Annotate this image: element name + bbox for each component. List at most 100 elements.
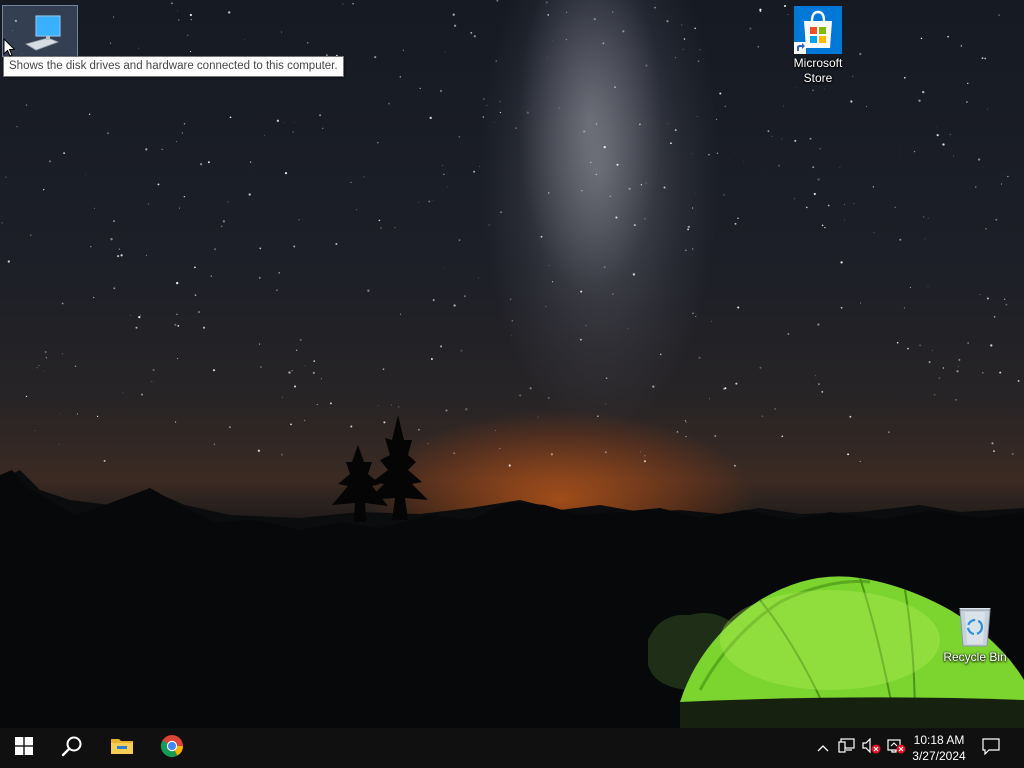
mouse-cursor-icon: [3, 37, 17, 63]
star: [974, 186, 977, 188]
star: [374, 56, 377, 59]
star: [321, 378, 323, 380]
star: [644, 455, 646, 457]
desktop-icon-recycle-bin[interactable]: Recycle Bin: [937, 600, 1013, 665]
star: [445, 409, 448, 412]
star: [872, 186, 875, 188]
star: [496, 0, 499, 2]
star: [63, 152, 65, 154]
star: [982, 372, 984, 374]
star: [495, 60, 497, 62]
star: [44, 350, 47, 354]
star: [580, 338, 582, 341]
star: [367, 289, 370, 292]
star: [843, 219, 845, 221]
star: [652, 385, 655, 388]
star: [818, 383, 820, 385]
star: [488, 224, 490, 226]
network-tray-button[interactable]: [836, 728, 858, 768]
star: [967, 82, 969, 85]
star: [805, 206, 808, 209]
star: [605, 403, 607, 405]
star: [685, 435, 687, 438]
file-explorer-button[interactable]: [98, 728, 146, 768]
star: [249, 161, 252, 163]
search-button[interactable]: [48, 728, 96, 768]
network-status-tray-button[interactable]: [884, 728, 908, 768]
star: [761, 415, 764, 417]
star: [998, 14, 1000, 16]
star: [685, 249, 687, 252]
star: [378, 219, 381, 222]
star: [666, 123, 668, 125]
star: [258, 277, 261, 279]
desktop-wallpaper: [0, 0, 1024, 728]
star: [190, 19, 192, 21]
star: [213, 248, 217, 251]
star: [264, 135, 266, 136]
star: [691, 153, 693, 155]
star: [715, 118, 718, 121]
star: [439, 89, 443, 93]
star: [177, 325, 180, 327]
desktop-icon-microsoft-store[interactable]: Microsoft Store: [780, 6, 856, 86]
show-hidden-icons-button[interactable]: [812, 728, 834, 768]
star: [418, 428, 420, 431]
star: [632, 273, 636, 276]
star: [844, 204, 846, 206]
star: [990, 344, 993, 347]
star: [922, 216, 925, 218]
star: [443, 173, 445, 175]
star: [918, 99, 921, 102]
star: [733, 464, 736, 467]
star: [453, 452, 456, 455]
star: [294, 385, 296, 388]
action-center-button[interactable]: [976, 728, 1006, 768]
star: [659, 353, 662, 356]
star: [813, 192, 816, 196]
star: [590, 161, 592, 164]
star: [612, 293, 614, 296]
star: [933, 393, 936, 396]
star: [919, 344, 921, 347]
chrome-button[interactable]: [148, 728, 196, 768]
star: [781, 138, 783, 140]
star: [183, 195, 186, 198]
star: [708, 153, 710, 156]
star: [580, 290, 583, 293]
star: [687, 225, 690, 229]
star: [644, 218, 646, 220]
star: [499, 100, 501, 103]
star: [227, 201, 229, 203]
star: [61, 302, 64, 305]
star: [176, 313, 178, 316]
star: [25, 395, 28, 398]
star: [138, 315, 141, 319]
star: [36, 367, 38, 369]
star: [595, 123, 598, 125]
taskbar-clock[interactable]: 10:18 AM 3/27/2024: [906, 728, 972, 768]
star: [984, 57, 987, 60]
star: [48, 160, 52, 163]
star: [683, 38, 686, 40]
start-button[interactable]: [0, 728, 48, 768]
star: [1011, 452, 1014, 456]
star: [956, 370, 959, 373]
star: [547, 396, 550, 399]
star: [977, 158, 981, 161]
star: [478, 165, 480, 167]
star: [307, 42, 309, 44]
star: [428, 200, 431, 203]
star: [283, 122, 285, 124]
star: [602, 42, 605, 45]
star: [545, 1, 548, 4]
star: [138, 47, 140, 49]
star: [674, 57, 676, 59]
star: [145, 254, 147, 256]
volume-tray-button[interactable]: [860, 728, 884, 768]
star: [382, 368, 385, 371]
star: [278, 271, 281, 274]
star: [90, 246, 92, 248]
star: [597, 415, 599, 417]
star: [508, 464, 511, 467]
